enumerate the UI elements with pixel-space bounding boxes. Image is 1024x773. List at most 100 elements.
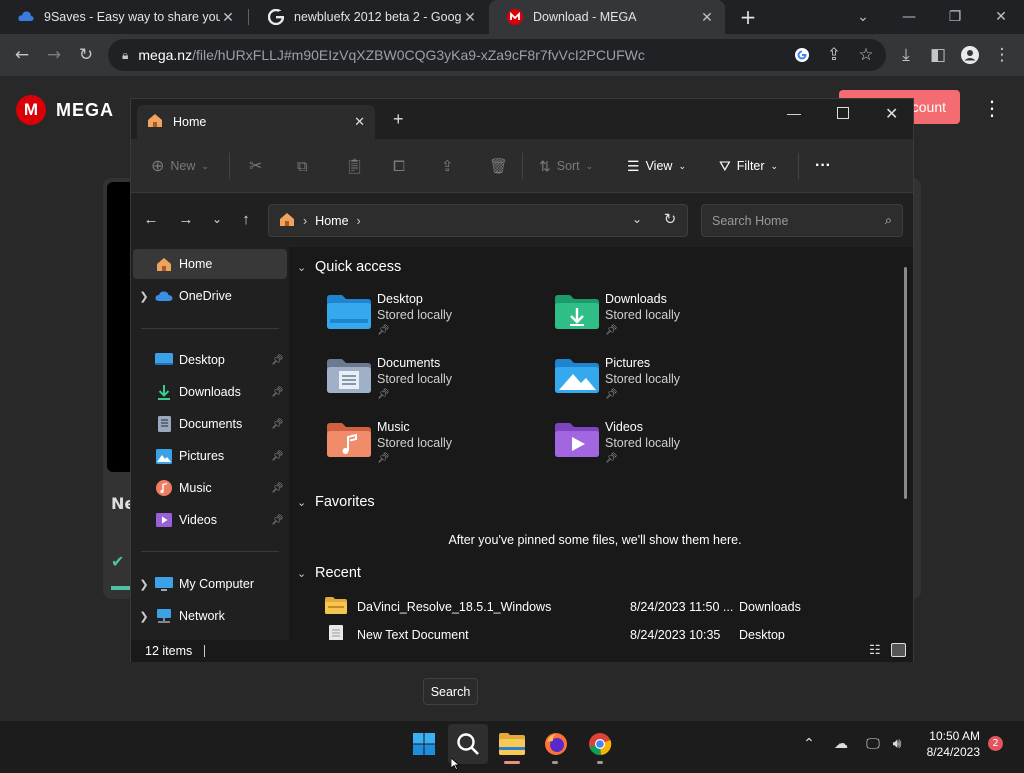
item-name: Desktop — [377, 292, 423, 306]
minimize-icon[interactable]: — — [787, 105, 801, 121]
chrome-menu-icon[interactable]: ⋮ — [986, 39, 1018, 71]
sidebar-item-downloads[interactable]: Downloads 📌︎ — [133, 377, 287, 407]
google-lens-icon[interactable] — [786, 39, 818, 71]
show-hidden-icons-chevron-icon[interactable]: ⌃ — [798, 734, 820, 754]
minimize-icon[interactable]: — — [886, 0, 932, 34]
recent-row[interactable]: New Text Document 8/24/2023 10:35 Deskto… — [289, 623, 901, 640]
sidebar-item-network[interactable]: ❯ Network — [133, 601, 287, 631]
sidebar-item-home[interactable]: Home — [133, 249, 287, 279]
close-tab-icon[interactable]: ✕ — [220, 9, 236, 26]
new-tab-button[interactable]: + — [393, 109, 404, 130]
new-button[interactable]: ⊕ New ⌄ — [151, 139, 209, 193]
onedrive-sync-icon[interactable]: ☁ — [830, 734, 852, 754]
tiles-view-icon[interactable] — [891, 643, 906, 657]
more-options-button[interactable]: ··· — [815, 139, 831, 193]
pin-icon[interactable]: 📌︎ — [271, 387, 287, 398]
refresh-icon[interactable]: ↻ — [656, 205, 684, 233]
download-icon[interactable]: ⤓ — [890, 39, 922, 71]
sidebar-item-desktop[interactable]: Desktop 📌︎ — [133, 345, 287, 375]
profile-icon[interactable] — [954, 39, 986, 71]
quick-access-item-videos[interactable]: Videos Stored locally 📌︎ — [555, 419, 775, 475]
quick-access-item-documents[interactable]: Documents Stored locally 📌︎ — [327, 355, 547, 411]
sidebar-item-my-computer[interactable]: ❯ My Computer — [133, 569, 287, 599]
breadcrumb-chevron-icon[interactable]: › — [303, 214, 307, 228]
notification-badge[interactable]: 2 — [988, 736, 1003, 751]
sidebar-item-videos[interactable]: Videos 📌︎ — [133, 505, 287, 535]
share-icon[interactable]: ⇪ — [818, 39, 850, 71]
close-window-icon[interactable]: ✕ — [978, 0, 1024, 34]
pin-icon[interactable]: 📌︎ — [271, 483, 287, 494]
quick-access-item-pictures[interactable]: Pictures Stored locally 📌︎ — [555, 355, 775, 411]
new-tab-button[interactable]: + — [736, 5, 760, 29]
chevron-right-icon[interactable]: ❯ — [133, 610, 155, 623]
rename-icon[interactable]: ⧠ — [393, 139, 405, 193]
tab-search-chevron-icon[interactable]: ⌄ — [840, 0, 886, 34]
pin-icon[interactable]: 📌︎ — [271, 419, 287, 430]
file-explorer-taskbar-button[interactable] — [492, 724, 532, 764]
taskbar-clock[interactable]: 10:50 AM 8/24/2023 — [918, 728, 980, 760]
volume-icon[interactable]: 🔊︎ — [886, 734, 908, 754]
close-tab-icon[interactable]: ✕ — [699, 9, 715, 26]
reload-icon[interactable]: ↻ — [70, 39, 102, 71]
browser-tab-google[interactable]: newbluefx 2012 beta 2 - Google ✕ — [250, 0, 488, 34]
pin-icon[interactable]: 📌︎ — [271, 451, 287, 462]
chevron-down-icon: ⌄ — [678, 160, 686, 171]
restore-icon[interactable]: ❐ — [932, 0, 978, 34]
details-view-icon[interactable]: ☷ — [869, 642, 885, 658]
sidebar-item-onedrive[interactable]: ❯ OneDrive — [133, 281, 287, 311]
sidebar-item-documents[interactable]: Documents 📌︎ — [133, 409, 287, 439]
scrollbar[interactable] — [904, 267, 907, 499]
forward-icon[interactable]: → — [172, 205, 200, 233]
recent-locations-chevron-icon[interactable]: ⌄ — [203, 205, 231, 233]
mega-menu-icon[interactable]: ⋮ — [980, 96, 1004, 120]
delete-icon[interactable]: 🗑︎ — [489, 139, 508, 193]
share-icon[interactable]: ⇪ — [441, 139, 454, 193]
back-icon[interactable]: ← — [137, 205, 165, 233]
section-recent[interactable]: ⌄ Recent — [297, 565, 361, 581]
section-title: Favorites — [315, 494, 375, 510]
pin-icon[interactable]: 📌︎ — [271, 515, 287, 526]
breadcrumb-home[interactable]: Home — [315, 214, 348, 228]
forward-icon[interactable]: → — [38, 39, 70, 71]
side-panel-icon[interactable]: ◧ — [922, 39, 954, 71]
firefox-taskbar-button[interactable] — [536, 724, 576, 764]
quick-access-item-desktop[interactable]: Desktop Stored locally 📌︎ — [327, 291, 547, 347]
close-tab-icon[interactable]: ✕ — [462, 9, 478, 26]
sidebar-item-music[interactable]: Music 📌︎ — [133, 473, 287, 503]
quick-access-item-downloads[interactable]: Downloads Stored locally 📌︎ — [555, 291, 775, 347]
copy-icon[interactable]: ⧉ — [297, 139, 308, 193]
address-bar[interactable]: 🔒︎ mega.nz/file/hURxFLLJ#m90EIzVqXZBW0CQ… — [108, 39, 886, 71]
mega-logo[interactable]: M MEGA — [16, 95, 114, 125]
close-tab-icon[interactable]: ✕ — [354, 114, 365, 130]
sort-button[interactable]: ⇅ Sort ⌄ — [539, 139, 593, 193]
item-status: Stored locally — [377, 436, 453, 450]
close-window-icon[interactable]: ✕ — [885, 104, 898, 124]
up-icon[interactable]: ↑ — [232, 205, 260, 233]
section-quick-access[interactable]: ⌄ Quick access — [297, 259, 401, 275]
filter-button[interactable]: ⛛ Filter ⌄ — [719, 139, 778, 193]
browser-tab-mega[interactable]: Download - MEGA ✕ — [489, 0, 725, 34]
section-favorites[interactable]: ⌄ Favorites — [297, 494, 375, 510]
address-history-chevron-icon[interactable]: ⌄ — [623, 205, 651, 233]
search-input[interactable]: Search Home ⌕ — [701, 204, 903, 237]
sidebar-item-pictures[interactable]: Pictures 📌︎ — [133, 441, 287, 471]
chrome-taskbar-button[interactable] — [580, 724, 620, 764]
start-button[interactable] — [404, 724, 444, 764]
bookmark-star-icon[interactable]: ☆ — [850, 39, 882, 71]
browser-tab-9saves[interactable]: 9Saves - Easy way to share your f ✕ — [0, 0, 246, 34]
paste-icon[interactable]: 📋︎ — [345, 139, 364, 193]
back-icon[interactable]: ← — [6, 39, 38, 71]
lock-icon[interactable]: 🔒︎ — [122, 48, 128, 63]
network-status-icon[interactable]: 🖵︎ — [862, 734, 884, 754]
recent-row[interactable]: DaVinci_Resolve_18.5.1_Windows 8/24/2023… — [289, 595, 901, 619]
pin-icon[interactable]: 📌︎ — [271, 355, 287, 366]
breadcrumb-chevron-icon[interactable]: › — [357, 214, 361, 228]
chevron-right-icon[interactable]: ❯ — [133, 578, 155, 591]
explorer-tab-home[interactable]: Home ✕ — [137, 105, 375, 139]
maximize-icon[interactable] — [837, 107, 849, 119]
quick-access-item-music[interactable]: Music Stored locally 📌︎ — [327, 419, 547, 475]
cut-icon[interactable]: ✂ — [249, 139, 262, 193]
view-button[interactable]: ☰ View ⌄ — [627, 139, 686, 193]
chevron-right-icon[interactable]: ❯ — [133, 290, 155, 303]
item-name: Downloads — [605, 292, 667, 306]
